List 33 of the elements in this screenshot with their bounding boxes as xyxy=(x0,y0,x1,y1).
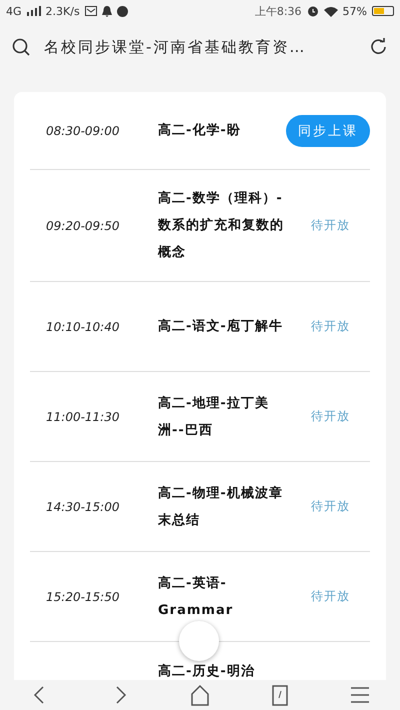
lesson-time: 15:20-15:50 xyxy=(46,590,120,604)
network-type: 4G xyxy=(6,4,22,18)
lesson-time: 08:30-09:00 xyxy=(46,124,120,138)
lesson-title: 高二-历史-明治 xyxy=(158,662,256,680)
bell-icon xyxy=(102,6,112,16)
lesson-status: 待开放 xyxy=(311,588,350,605)
lesson-status: 待开放 xyxy=(311,217,350,234)
lesson-title: 高二-化学-盼 xyxy=(158,122,242,140)
home-icon[interactable] xyxy=(189,684,211,706)
search-icon[interactable] xyxy=(12,38,30,56)
signal-icon xyxy=(26,6,41,16)
lesson-status: 待开放 xyxy=(311,318,350,335)
lesson-time: 14:30-15:00 xyxy=(46,500,120,514)
lesson-title: 高二-地理-拉丁美洲--巴西 xyxy=(158,394,270,440)
lesson-time: 10:10-10:40 xyxy=(46,320,120,334)
ball-icon xyxy=(116,6,128,16)
page-title: 名校同步课堂-河南省基础教育资… xyxy=(44,38,308,56)
clock-time: 上午8:36 xyxy=(254,4,302,18)
alarm-icon xyxy=(306,5,319,17)
lesson-time: 09:20-09:50 xyxy=(46,218,120,232)
mail-icon xyxy=(84,6,97,16)
lesson-title: 高二-语文-庖丁解牛 xyxy=(158,318,284,336)
lesson-status: 待开放 xyxy=(311,408,350,425)
join-class-button[interactable]: 同步上课 xyxy=(286,114,370,146)
wifi-icon xyxy=(324,6,338,16)
lesson-title: 高二-英语-Grammar xyxy=(158,574,234,620)
lesson-title: 高二-数学（理科）-数系的扩充和复数的概念 xyxy=(158,190,285,262)
lesson-status: 待开放 xyxy=(311,498,350,515)
lesson-time: 11:00-11:30 xyxy=(46,410,120,424)
battery-percent: 57% xyxy=(342,4,367,18)
lesson-title: 高二-物理-机械波章末总结 xyxy=(158,484,284,530)
refresh-icon[interactable] xyxy=(370,38,388,56)
network-speed: 2.3K/s xyxy=(46,4,80,18)
